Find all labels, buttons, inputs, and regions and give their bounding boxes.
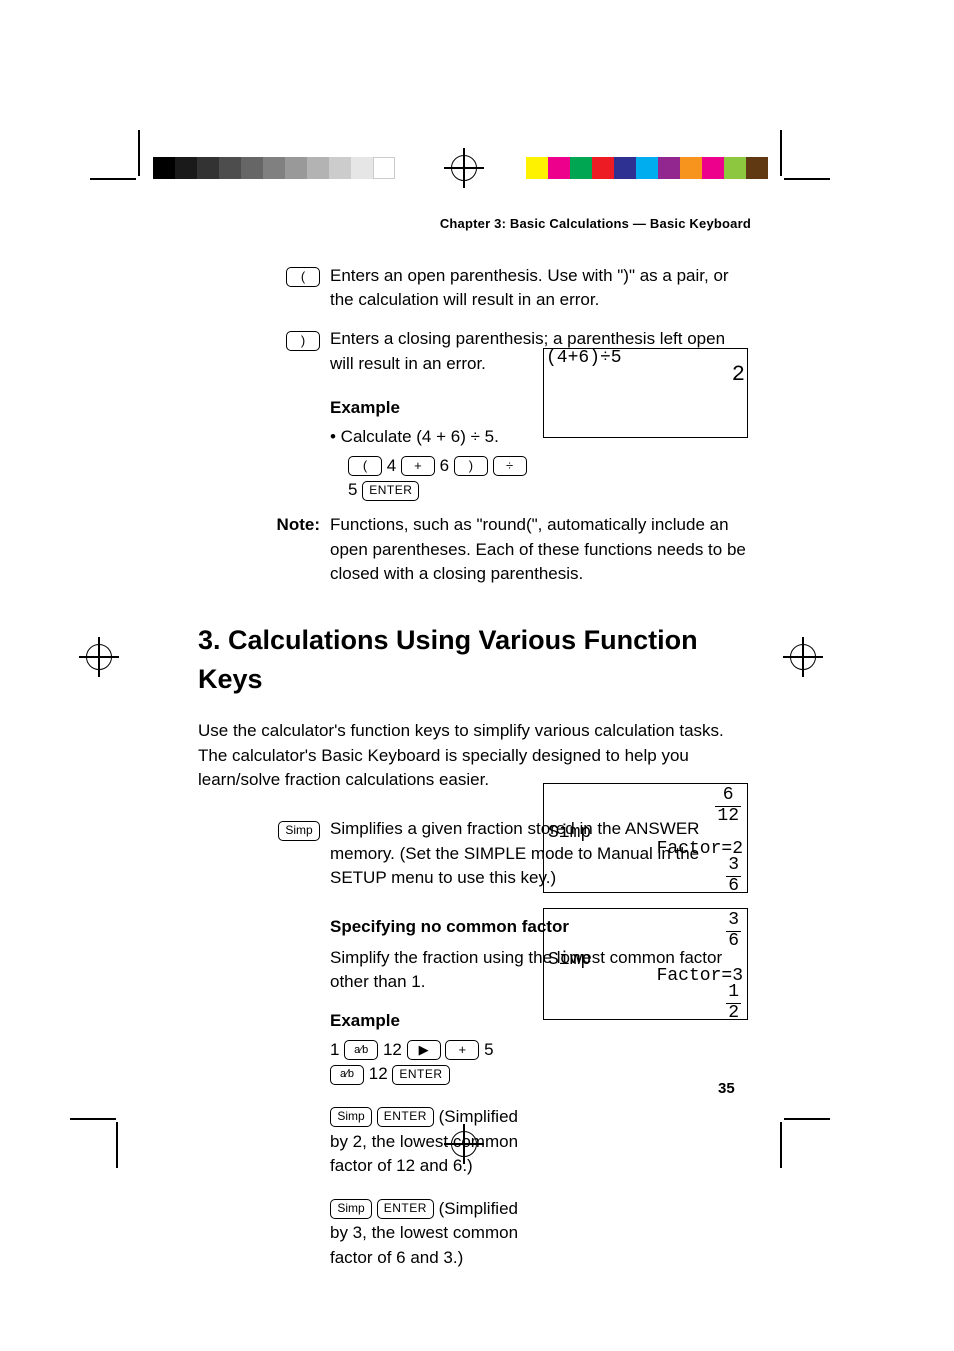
key-frac-1: a⁄b bbox=[344, 1040, 378, 1060]
section2-intro: Use the calculator's function keys to si… bbox=[198, 719, 751, 793]
seq2-5: 5 bbox=[484, 1040, 493, 1059]
seq-5: 5 bbox=[348, 480, 357, 499]
step3-enter: ENTER bbox=[377, 1199, 434, 1219]
key-right-arrow: ▶ bbox=[407, 1040, 441, 1060]
seq-open-paren: ( bbox=[348, 456, 382, 476]
example-label-2: Example bbox=[330, 1009, 751, 1034]
spec-desc: Simplify the fraction using the lowest c… bbox=[330, 946, 751, 995]
seq-6: 6 bbox=[440, 456, 449, 475]
key-close-paren: ) bbox=[286, 331, 320, 351]
register-mark-left bbox=[86, 644, 112, 670]
simp-desc: Simplifies a given fraction stored in th… bbox=[330, 817, 751, 891]
seq-enter-1: ENTER bbox=[362, 481, 419, 501]
chapter-header: Chapter 3: Basic Calculations — Basic Ke… bbox=[198, 215, 751, 234]
seq2-12b: 12 bbox=[369, 1064, 388, 1083]
key-frac-2: a⁄b bbox=[330, 1065, 364, 1085]
page-content: Chapter 3: Basic Calculations — Basic Ke… bbox=[198, 215, 751, 1277]
note-label: Note: bbox=[198, 513, 330, 587]
key-sequence-2: 1 a⁄b 12 ▶ + 5 a⁄b 12 ENTER bbox=[330, 1038, 530, 1087]
key-simp: Simp bbox=[278, 821, 320, 841]
step2-simp: Simp bbox=[330, 1107, 372, 1127]
colorbar-color bbox=[526, 157, 768, 179]
key-sequence-1: ( 4 + 6 ) ÷ 5 ENTER bbox=[348, 454, 540, 503]
seq-4: 4 bbox=[387, 456, 396, 475]
seq2-enter: ENTER bbox=[392, 1065, 449, 1085]
step2-enter: ENTER bbox=[377, 1107, 434, 1127]
register-mark-top bbox=[451, 155, 477, 181]
seq2-1: 1 bbox=[330, 1040, 339, 1059]
close-paren-desc: Enters a closing parenthesis; a parenthe… bbox=[330, 327, 751, 376]
seq-divide: ÷ bbox=[493, 456, 527, 476]
key-open-paren: ( bbox=[286, 267, 320, 287]
example-text-1: • Calculate (4 + 6) ÷ 5. bbox=[330, 425, 540, 450]
step-2-block: Simp ENTER (Simplified by 2, the lowest … bbox=[330, 1105, 530, 1179]
page-number: 35 bbox=[718, 1078, 735, 1100]
seq2-plus: + bbox=[445, 1040, 479, 1060]
note-text: Functions, such as "round(", automatical… bbox=[330, 513, 751, 587]
section-heading: 3. Calculations Using Various Function K… bbox=[198, 621, 751, 699]
colorbar-grayscale bbox=[153, 157, 395, 179]
seq-plus: + bbox=[401, 456, 435, 476]
open-paren-desc: Enters an open parenthesis. Use with ")"… bbox=[330, 264, 751, 313]
step3-simp: Simp bbox=[330, 1199, 372, 1219]
seq-close-paren: ) bbox=[454, 456, 488, 476]
seq2-12: 12 bbox=[383, 1040, 402, 1059]
register-mark-right bbox=[790, 644, 816, 670]
step-3-block: Simp ENTER (Simplified by 3, the lowest … bbox=[330, 1197, 530, 1271]
example-label-1: Example bbox=[330, 396, 540, 421]
spec-header: Specifying no common factor bbox=[330, 915, 751, 940]
